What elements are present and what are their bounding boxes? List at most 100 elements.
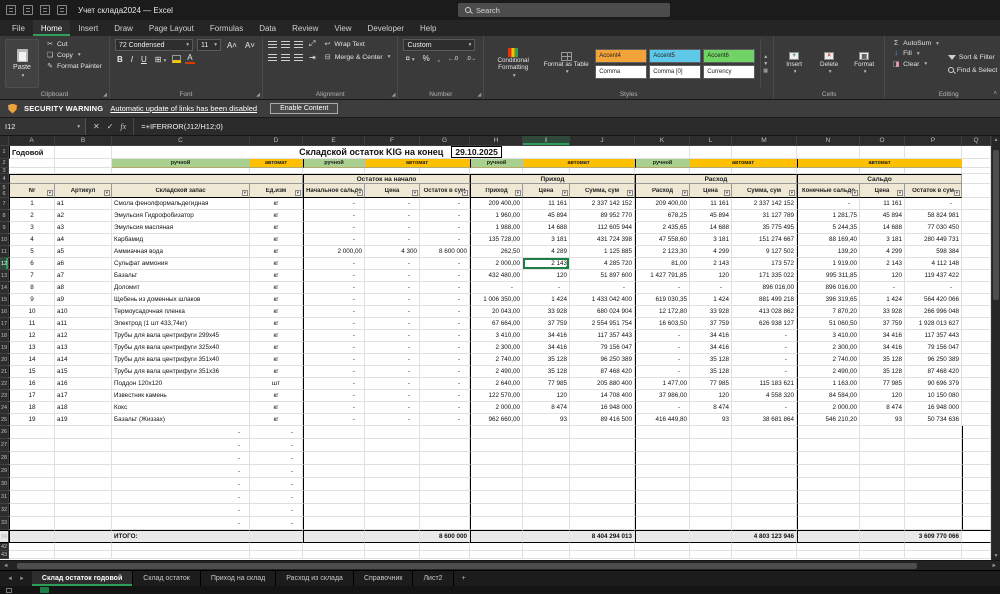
cell-A29[interactable] bbox=[9, 465, 55, 478]
cell-D19[interactable]: кг bbox=[250, 342, 303, 354]
cell-A20[interactable]: 14 bbox=[9, 354, 55, 366]
filter-header-L[interactable]: Цена ▾ bbox=[690, 184, 732, 198]
cell-E12[interactable]: - bbox=[303, 258, 365, 270]
cell-I21[interactable]: 35 128 bbox=[523, 366, 570, 378]
cell[interactable] bbox=[365, 551, 420, 559]
filter-header-N[interactable]: Конечные сальдо ▾ bbox=[797, 184, 860, 198]
cell-M28[interactable] bbox=[732, 452, 797, 465]
cut-button[interactable]: ✂ Cut bbox=[44, 39, 104, 49]
cell-B17[interactable]: a11 bbox=[55, 318, 112, 330]
cell-C8[interactable]: Эмульсия Гидрофобизатор bbox=[112, 210, 250, 222]
cell-H9[interactable]: 1 988,00 bbox=[470, 222, 523, 234]
cell-G8[interactable]: - bbox=[420, 210, 470, 222]
cell-F27[interactable] bbox=[365, 439, 420, 452]
cell-F23[interactable]: - bbox=[365, 390, 420, 402]
wrap-text-button[interactable]: ↩ Wrap Text bbox=[321, 39, 366, 49]
cell-D10[interactable]: кг bbox=[250, 234, 303, 246]
style-chip-accent4[interactable]: Accent4 bbox=[595, 48, 648, 63]
cancel-formula-icon[interactable]: ✕ bbox=[93, 122, 100, 131]
cell-C26[interactable]: - bbox=[112, 426, 250, 439]
column-header-A[interactable]: A bbox=[9, 136, 55, 146]
comma-style-button[interactable]: , bbox=[436, 54, 442, 63]
cell[interactable] bbox=[962, 354, 991, 366]
cell-C27[interactable]: - bbox=[112, 439, 250, 452]
autosum-button[interactable]: Σ AutoSum ▾ bbox=[890, 39, 941, 48]
cell-I7[interactable]: 11 161 bbox=[523, 198, 570, 210]
cell-K33[interactable] bbox=[635, 517, 690, 530]
total-cell-N[interactable] bbox=[797, 530, 860, 543]
sheet-tab-склад-остаток-годовой[interactable]: Склад остаток годовой bbox=[31, 571, 134, 586]
total-cell-J[interactable]: 8 404 294 013 bbox=[570, 530, 635, 543]
cell-K12[interactable]: 81,00 bbox=[635, 258, 690, 270]
cell-A13[interactable]: 7 bbox=[9, 270, 55, 282]
cell-I25[interactable]: 93 bbox=[523, 414, 570, 426]
cell-B29[interactable] bbox=[55, 465, 112, 478]
cell-E29[interactable] bbox=[303, 465, 365, 478]
cell-C29[interactable]: - bbox=[112, 465, 250, 478]
cell-O24[interactable]: 8 474 bbox=[860, 402, 905, 414]
cell-N16[interactable]: 7 870,20 bbox=[797, 306, 860, 318]
cell-G33[interactable] bbox=[420, 517, 470, 530]
cell-L32[interactable] bbox=[690, 504, 732, 517]
cell-O30[interactable] bbox=[860, 478, 905, 491]
cell-J19[interactable]: 79 156 047 bbox=[570, 342, 635, 354]
cell-K24[interactable]: - bbox=[635, 402, 690, 414]
cell-Q26[interactable] bbox=[962, 426, 991, 439]
cell-P17[interactable]: 1 928 013 627 bbox=[905, 318, 962, 330]
cell-L7[interactable]: 11 161 bbox=[690, 198, 732, 210]
filter-header-I[interactable]: Цена ▾ bbox=[523, 184, 570, 198]
row-header-27[interactable]: 27 bbox=[0, 439, 9, 452]
cell[interactable] bbox=[470, 543, 523, 551]
cell-L22[interactable]: 77 985 bbox=[690, 378, 732, 390]
total-cell-D[interactable] bbox=[250, 530, 303, 543]
filter-header-P[interactable]: Остаток в сум ▾ bbox=[905, 184, 962, 198]
cell-L8[interactable]: 45 894 bbox=[690, 210, 732, 222]
cell-J29[interactable] bbox=[570, 465, 635, 478]
filter-header-G[interactable]: Остаток в сум ▾ bbox=[420, 184, 470, 198]
column-header-C[interactable]: C bbox=[112, 136, 250, 146]
cell-A14[interactable]: 8 bbox=[9, 282, 55, 294]
cell-K10[interactable]: 47 558,60 bbox=[635, 234, 690, 246]
total-cell-M[interactable]: 4 803 123 946 bbox=[732, 530, 797, 543]
cell[interactable] bbox=[797, 551, 860, 559]
cell-H24[interactable]: 2 000,00 bbox=[470, 402, 523, 414]
cell-G19[interactable]: - bbox=[420, 342, 470, 354]
cell[interactable] bbox=[962, 414, 991, 426]
row-header-10[interactable]: 10 bbox=[0, 234, 9, 246]
cell-D20[interactable]: кг bbox=[250, 354, 303, 366]
row-header-8[interactable]: 8 bbox=[0, 210, 9, 222]
cell-A27[interactable] bbox=[9, 439, 55, 452]
cell-D23[interactable]: кг bbox=[250, 390, 303, 402]
align-center-icon[interactable] bbox=[280, 53, 290, 61]
cell-F31[interactable] bbox=[365, 491, 420, 504]
grow-font-button[interactable]: A˄ bbox=[225, 41, 239, 50]
cell-I19[interactable]: 34 416 bbox=[523, 342, 570, 354]
cell-H10[interactable]: 135 728,00 bbox=[470, 234, 523, 246]
cell-J13[interactable]: 51 897 600 bbox=[570, 270, 635, 282]
column-header-J[interactable]: J bbox=[570, 136, 635, 146]
filter-dropdown-icon[interactable]: ▾ bbox=[723, 190, 730, 196]
cell-L14[interactable]: - bbox=[690, 282, 732, 294]
cell-B12[interactable]: a6 bbox=[55, 258, 112, 270]
cell-H8[interactable]: 1 960,00 bbox=[470, 210, 523, 222]
cell-N20[interactable]: 2 740,00 bbox=[797, 354, 860, 366]
cell-J12[interactable]: 4 285 720 bbox=[570, 258, 635, 270]
cell[interactable] bbox=[962, 210, 991, 222]
column-header-P[interactable]: P bbox=[905, 136, 962, 146]
cell-Q27[interactable] bbox=[962, 439, 991, 452]
cell-A12[interactable]: 6 bbox=[9, 258, 55, 270]
cell-A8[interactable]: 2 bbox=[9, 210, 55, 222]
cell-O10[interactable]: 3 181 bbox=[860, 234, 905, 246]
cell[interactable] bbox=[635, 543, 690, 551]
cell-N33[interactable] bbox=[797, 517, 860, 530]
cell-D7[interactable]: кг bbox=[250, 198, 303, 210]
cell-G32[interactable] bbox=[420, 504, 470, 517]
cell-A26[interactable] bbox=[9, 426, 55, 439]
align-right-icon[interactable] bbox=[293, 53, 303, 61]
cell-I28[interactable] bbox=[523, 452, 570, 465]
cell-K26[interactable] bbox=[635, 426, 690, 439]
cell-M23[interactable]: 4 558 320 bbox=[732, 390, 797, 402]
cell-H13[interactable]: 432 480,00 bbox=[470, 270, 523, 282]
cell-D26[interactable]: - bbox=[250, 426, 303, 439]
cell-Q31[interactable] bbox=[962, 491, 991, 504]
